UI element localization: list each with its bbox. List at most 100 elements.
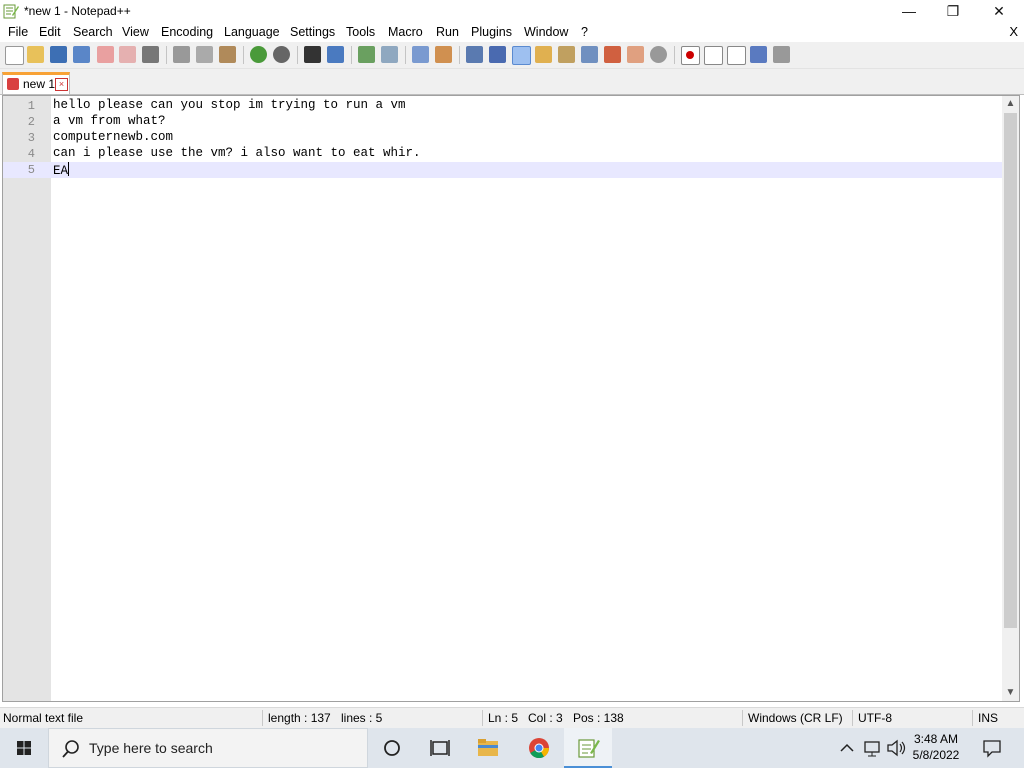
notifications-button[interactable]: [976, 728, 1008, 768]
close-file-icon[interactable]: [97, 46, 114, 63]
show-all-chars-icon[interactable]: [489, 46, 506, 63]
cortana-button[interactable]: [368, 728, 416, 768]
start-button[interactable]: [0, 728, 48, 768]
chrome-icon: [529, 738, 550, 759]
menu-window[interactable]: Window: [524, 25, 568, 39]
task-view-icon: [430, 740, 450, 756]
editor-line: 2 a vm from what?: [3, 114, 1003, 130]
menu-plugins[interactable]: Plugins: [471, 25, 512, 39]
menu-file[interactable]: File: [8, 25, 28, 39]
line-number: 3: [27, 131, 35, 145]
status-eol: Windows (CR LF): [748, 711, 843, 725]
zoom-out-icon[interactable]: [381, 46, 398, 63]
tab-new-1[interactable]: new 1 ×: [2, 72, 70, 94]
status-divider: [742, 710, 743, 726]
status-ln: Ln : 5: [488, 711, 519, 725]
udl-icon[interactable]: [535, 46, 552, 63]
zoom-in-icon[interactable]: [358, 46, 375, 63]
open-file-icon[interactable]: [27, 46, 44, 63]
status-lines: lines : 5: [341, 711, 383, 725]
new-file-icon[interactable]: [5, 46, 24, 65]
volume-button[interactable]: [884, 728, 908, 768]
network-icon: [864, 741, 880, 757]
save-icon[interactable]: [50, 46, 67, 63]
save-all-icon[interactable]: [73, 46, 90, 63]
taskbar-search-box[interactable]: Type here to search: [48, 728, 368, 768]
menu-macro[interactable]: Macro: [388, 25, 423, 39]
menu-edit[interactable]: Edit: [39, 25, 61, 39]
menu-close-button[interactable]: X: [1009, 24, 1018, 39]
maximize-button[interactable]: ❐: [930, 0, 976, 22]
editor-line: 4 can i please use the vm? i also want t…: [3, 146, 1003, 162]
vertical-scrollbar[interactable]: ▲ ▼: [1002, 96, 1019, 701]
play-macro-icon[interactable]: [727, 46, 746, 65]
record-macro-icon[interactable]: [681, 46, 700, 65]
toolbar-separator: [166, 46, 167, 64]
cut-icon[interactable]: [173, 46, 190, 63]
window-title: *new 1 - Notepad++: [24, 4, 131, 18]
folder-workspace-icon[interactable]: [604, 46, 621, 63]
line-text-current[interactable]: EA: [53, 162, 70, 178]
copy-icon[interactable]: [196, 46, 213, 63]
save-macro-icon[interactable]: [773, 46, 790, 63]
line-text[interactable]: hello please can you stop im trying to r…: [53, 98, 406, 112]
notepadpp-taskbar-button[interactable]: [564, 728, 612, 768]
status-encoding: UTF-8: [858, 711, 892, 725]
sync-vertical-icon[interactable]: [412, 46, 429, 63]
replace-icon[interactable]: [327, 46, 344, 63]
status-mode: INS: [978, 711, 999, 725]
line-text[interactable]: a vm from what?: [53, 114, 166, 128]
sync-horizontal-icon[interactable]: [435, 46, 452, 63]
find-icon[interactable]: [304, 46, 321, 63]
volume-icon: [887, 739, 906, 757]
line-number: 2: [27, 115, 35, 129]
word-wrap-icon[interactable]: [466, 46, 483, 63]
tab-close-icon[interactable]: ×: [55, 78, 68, 91]
menu-run[interactable]: Run: [436, 25, 459, 39]
text-caret: [68, 162, 70, 176]
tray-chevron-button[interactable]: [835, 728, 859, 768]
status-file-type: Normal text file: [3, 711, 84, 725]
stop-macro-icon[interactable]: [704, 46, 723, 65]
scroll-up-icon[interactable]: ▲: [1002, 96, 1019, 112]
scrollbar-thumb[interactable]: [1004, 113, 1017, 628]
redo-icon[interactable]: [273, 46, 290, 63]
function-list-icon[interactable]: [581, 46, 598, 63]
menu-language[interactable]: Language: [224, 25, 280, 39]
taskbar: Type here to search 3:48 AM 5/8/2022: [0, 728, 1024, 768]
doc-map-icon[interactable]: [558, 46, 575, 63]
editor-area[interactable]: 1 hello please can you stop im trying to…: [2, 95, 1020, 702]
line-text[interactable]: computernewb.com: [53, 130, 173, 144]
status-pos: Pos : 138: [573, 711, 624, 725]
menu-settings[interactable]: Settings: [290, 25, 335, 39]
notepadpp-icon: [578, 739, 600, 758]
file-explorer-button[interactable]: [464, 728, 512, 768]
close-all-icon[interactable]: [119, 46, 136, 63]
paste-icon[interactable]: [219, 46, 236, 63]
minimize-button[interactable]: —: [886, 0, 932, 22]
indent-guide-icon[interactable]: [512, 46, 531, 65]
run-macro-multiple-icon[interactable]: [750, 46, 767, 63]
system-clock[interactable]: 3:48 AM 5/8/2022: [906, 731, 966, 763]
line-number: 1: [27, 99, 35, 113]
scroll-down-icon[interactable]: ▼: [1002, 685, 1019, 701]
line-text: EA: [53, 164, 69, 178]
notepadpp-icon: [3, 4, 19, 19]
task-view-button[interactable]: [416, 728, 464, 768]
menu-search[interactable]: Search: [73, 25, 113, 39]
monitoring-icon[interactable]: [650, 46, 667, 63]
folder-icon[interactable]: [627, 46, 644, 63]
network-button[interactable]: [860, 728, 884, 768]
undo-icon[interactable]: [250, 46, 267, 63]
print-icon[interactable]: [142, 46, 159, 63]
clock-time: 3:48 AM: [913, 732, 959, 746]
status-col: Col : 3: [528, 711, 563, 725]
status-divider: [482, 710, 483, 726]
menu-encoding[interactable]: Encoding: [161, 25, 213, 39]
chrome-button[interactable]: [515, 728, 563, 768]
menu-tools[interactable]: Tools: [346, 25, 375, 39]
menu-view[interactable]: View: [122, 25, 149, 39]
line-text[interactable]: can i please use the vm? i also want to …: [53, 146, 421, 160]
menu-help[interactable]: ?: [581, 25, 588, 39]
close-button[interactable]: ✕: [976, 0, 1022, 22]
